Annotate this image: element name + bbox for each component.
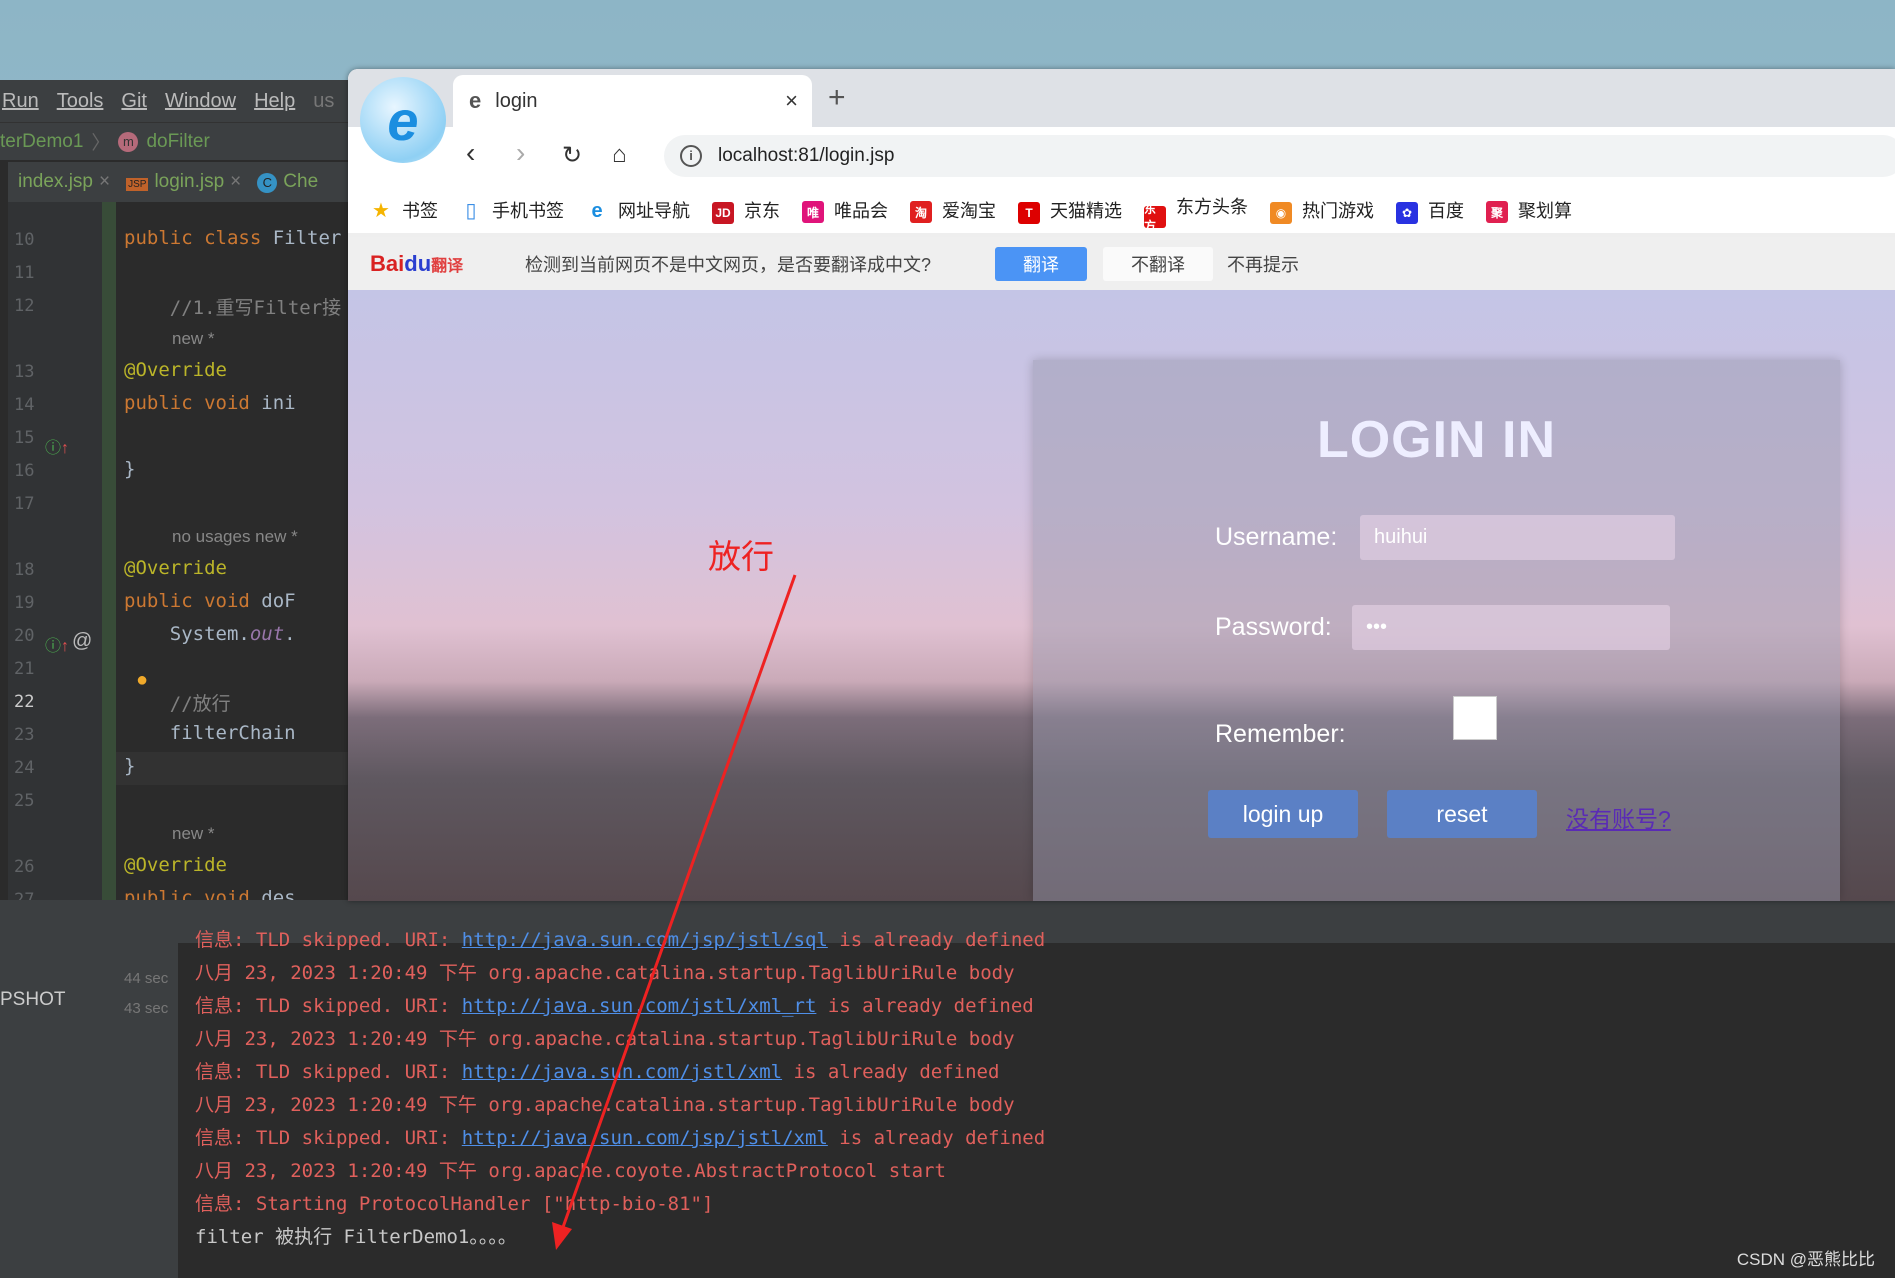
annotation-arrow [552,574,797,1250]
watermark: CSDN @恶熊比比 [1736,1250,1875,1269]
